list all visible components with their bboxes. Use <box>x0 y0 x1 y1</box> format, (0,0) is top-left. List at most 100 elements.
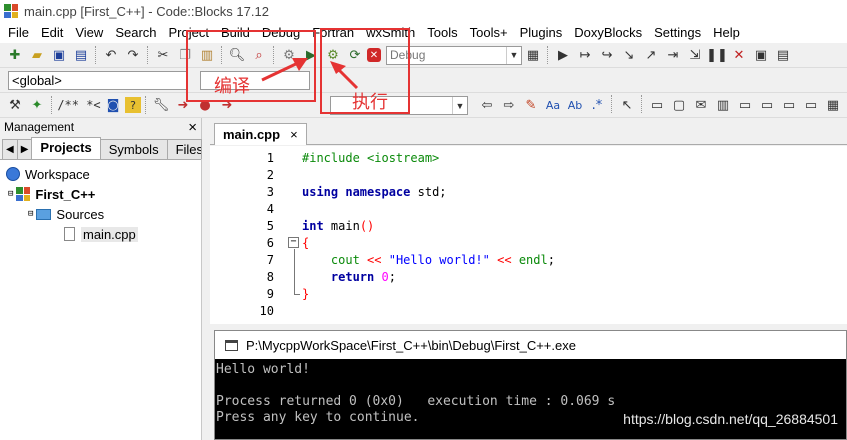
cut-icon[interactable]: ✂ <box>153 45 173 65</box>
tree-file[interactable]: main.cpp <box>0 224 201 244</box>
separator <box>147 46 149 64</box>
console-window: P:\MycppWorkSpace\First_C++\bin\Debug\Fi… <box>214 330 847 440</box>
new-file-icon[interactable]: ✚ <box>5 45 25 65</box>
chm-help-icon[interactable]: ? <box>125 97 141 113</box>
project-icon <box>16 187 31 201</box>
next-line-icon[interactable]: ↪ <box>597 45 617 65</box>
whole-word-icon[interactable]: Ab <box>565 95 585 115</box>
editor-tab-bar: main.cpp × <box>210 123 847 145</box>
tab-scroll-right-icon[interactable]: ▶ <box>16 139 33 159</box>
line-number: 5 <box>266 219 274 233</box>
menu-tools-plus[interactable]: Tools+ <box>464 22 514 43</box>
menu-plugins[interactable]: Plugins <box>514 22 569 43</box>
wrench-icon[interactable]: 🔧︎ <box>151 95 171 115</box>
menu-edit[interactable]: Edit <box>35 22 69 43</box>
next-instruction-icon[interactable]: ⇥ <box>663 45 683 65</box>
extract-docs-icon[interactable]: ✦ <box>27 95 47 115</box>
tab-main-cpp[interactable]: main.cpp × <box>214 123 307 145</box>
management-header: Management × <box>0 118 201 136</box>
separator <box>547 46 549 64</box>
step-out-icon[interactable]: ↗ <box>641 45 661 65</box>
find-next-icon[interactable]: ⇨ <box>499 95 519 115</box>
window-title: main.cpp [First_C++] - Code::Blocks 17.1… <box>24 3 269 19</box>
stop-debug-icon[interactable]: ✕ <box>729 45 749 65</box>
tab-projects[interactable]: Projects <box>31 137 101 159</box>
chevron-down-icon: ▼ <box>506 46 521 64</box>
panel-icon[interactable]: ▭ <box>801 95 821 115</box>
step-into-icon[interactable]: ↘ <box>619 45 639 65</box>
tab-symbols[interactable]: Symbols <box>99 139 168 159</box>
match-case-icon[interactable]: Aa <box>543 95 563 115</box>
folder-label: Sources <box>56 206 105 222</box>
run-to-cursor-icon[interactable]: ↦ <box>575 45 595 65</box>
debug-info-icon[interactable]: ▤ <box>773 45 793 65</box>
tree-project[interactable]: ⊟ First_C++ <box>0 184 201 204</box>
image-icon[interactable]: ▢ <box>669 95 689 115</box>
collapse-icon[interactable]: ⊟ <box>8 189 13 199</box>
line-number: 9 <box>266 287 274 301</box>
fold-collapse-icon[interactable]: − <box>288 237 299 248</box>
close-icon[interactable]: × <box>290 124 298 145</box>
step-instruction-icon[interactable]: ⇲ <box>685 45 705 65</box>
fold-margin: − <box>288 146 300 324</box>
menu-file[interactable]: File <box>2 22 35 43</box>
code-editor[interactable]: 1 2 3 4 5 6 7 8 9 10 − #include <iostrea… <box>210 146 847 324</box>
collapse-icon[interactable]: ⊟ <box>28 209 33 219</box>
undo-icon[interactable]: ↶ <box>101 45 121 65</box>
target-options-icon[interactable]: ▦ <box>523 45 543 65</box>
menu-help[interactable]: Help <box>707 22 746 43</box>
menu-doxyblocks[interactable]: DoxyBlocks <box>568 22 648 43</box>
html-docs-icon[interactable]: ◙ <box>103 95 123 115</box>
console-line: Process returned 0 (0x0) execution time … <box>216 394 616 409</box>
open-folder-icon[interactable]: ▰ <box>27 45 47 65</box>
pause-icon[interactable]: ❚❚ <box>706 45 728 65</box>
menu-view[interactable]: View <box>69 22 109 43</box>
line-number: 3 <box>266 185 274 199</box>
compile-annotation-box <box>186 30 316 102</box>
code-line-9: } <box>302 287 310 301</box>
grid-icon[interactable]: ▦ <box>823 95 843 115</box>
line-number: 1 <box>266 151 274 165</box>
menu-search[interactable]: Search <box>109 22 162 43</box>
management-tabs: ◀ ▶ Projects Symbols Files <box>0 136 202 160</box>
comment-block-button[interactable]: /** *< <box>57 95 101 115</box>
management-title: Management <box>4 120 75 134</box>
debug-start-icon[interactable]: ▶ <box>553 45 573 65</box>
panel-icon[interactable]: ▭ <box>647 95 667 115</box>
scope-select[interactable]: <global> <box>8 71 188 90</box>
close-icon[interactable]: × <box>188 119 197 136</box>
tree-workspace[interactable]: Workspace <box>0 164 201 184</box>
layout-icon[interactable]: ▥ <box>713 95 733 115</box>
cursor-icon[interactable]: ↖ <box>617 95 637 115</box>
code-line-1: #include <iostream> <box>302 151 440 165</box>
code-line-8: return 0; <box>330 270 396 284</box>
line-number: 6 <box>266 236 274 250</box>
secondary-toolbar: ⚒ ✦ /** *< ◙ ? 🔧︎ ➜ ● ➜ ▼ ⇦ ⇨ ✎ Aa Ab .*… <box>0 93 847 118</box>
chevron-down-icon: ▼ <box>452 97 467 114</box>
code-line-6: { <box>302 236 310 250</box>
menu-bar: File Edit View Search Project Build Debu… <box>0 22 847 43</box>
tab-scroll-left-icon[interactable]: ◀ <box>2 139 18 159</box>
console-line: Hello world! <box>216 362 310 377</box>
console-icon <box>225 339 238 351</box>
title-bar: main.cpp [First_C++] - Code::Blocks 17.1… <box>0 0 847 22</box>
tree-sources-folder[interactable]: ⊟ Sources <box>0 204 201 224</box>
menu-tools[interactable]: Tools <box>421 22 463 43</box>
code-line-7: cout << "Hello world!" << endl; <box>330 253 555 267</box>
find-prev-icon[interactable]: ⇦ <box>477 95 497 115</box>
doxywizard-icon[interactable]: ⚒ <box>5 95 25 115</box>
save-icon[interactable]: ▣ <box>49 45 69 65</box>
tab-files[interactable]: Files <box>166 139 202 159</box>
debug-windows-icon[interactable]: ▣ <box>751 45 771 65</box>
menu-settings[interactable]: Settings <box>648 22 707 43</box>
panel-icon[interactable]: ▭ <box>735 95 755 115</box>
mail-icon[interactable]: ✉ <box>691 95 711 115</box>
codeblocks-logo-icon <box>4 4 18 18</box>
panel-icon[interactable]: ▭ <box>779 95 799 115</box>
panel-icon[interactable]: ▭ <box>757 95 777 115</box>
highlight-icon[interactable]: ✎ <box>521 95 541 115</box>
redo-icon[interactable]: ↷ <box>123 45 143 65</box>
regex-icon[interactable]: .* <box>587 95 607 115</box>
save-all-icon[interactable]: ▤ <box>71 45 91 65</box>
